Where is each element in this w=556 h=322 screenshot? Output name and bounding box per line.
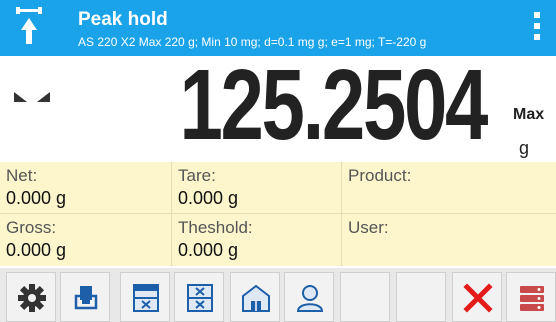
user-cell[interactable]: User: <box>342 214 556 266</box>
header-bar: Peak hold AS 220 X2 Max 220 g; Min 10 mg… <box>0 0 556 56</box>
weight-value: 125.2504 <box>179 49 488 161</box>
user-icon <box>296 285 324 312</box>
tare-value: 0.000 g <box>178 188 239 208</box>
printer-icon <box>74 286 98 310</box>
cancel-button[interactable] <box>452 272 502 322</box>
server-button[interactable] <box>506 272 556 322</box>
cancel-icon <box>463 283 493 313</box>
max-label: Max <box>513 106 545 123</box>
threshold-label: Theshold: <box>178 218 253 237</box>
database-icon <box>133 284 159 312</box>
weight-unit: g <box>519 138 530 158</box>
gross-label: Gross: <box>6 218 57 237</box>
net-cell: Net: 0.000 g <box>0 162 172 214</box>
info-panel: Net: 0.000 g Tare: 0.000 g Product: Gros… <box>0 162 556 266</box>
scale-info: AS 220 X2 Max 220 g; Min 10 mg; d=0.1 mg… <box>78 35 427 49</box>
database-button[interactable] <box>120 272 170 322</box>
threshold-cell: Theshold: 0.000 g <box>172 214 342 266</box>
peak-hold-icon[interactable] <box>14 6 44 46</box>
tare-cell: Tare: 0.000 g <box>172 162 342 214</box>
threshold-value: 0.000 g <box>178 240 239 260</box>
empty-button-2[interactable] <box>396 272 446 322</box>
warehouse-button[interactable] <box>230 272 280 322</box>
thresholds-button[interactable] <box>174 272 224 322</box>
product-label: Product: <box>348 166 412 185</box>
print-button[interactable] <box>60 272 110 322</box>
net-label: Net: <box>6 166 38 185</box>
mode-title: Peak hold <box>78 9 168 30</box>
product-cell[interactable]: Product: <box>342 162 556 214</box>
vertical-dots-icon[interactable] <box>532 12 542 46</box>
gross-cell: Gross: 0.000 g <box>0 214 172 266</box>
server-icon <box>520 286 544 311</box>
tare-label: Tare: <box>178 166 216 185</box>
net-value: 0.000 g <box>6 188 67 208</box>
gross-value: 0.000 g <box>6 240 67 260</box>
weight-display: 125.2504 Max g <box>0 50 556 160</box>
empty-button-1[interactable] <box>340 272 390 322</box>
bottom-toolbar <box>0 268 556 322</box>
stability-indicator-icon <box>14 92 50 102</box>
user-button[interactable] <box>284 272 334 322</box>
settings-button[interactable] <box>6 272 56 322</box>
user-label: User: <box>348 218 389 237</box>
settings-icon <box>18 284 46 312</box>
thresholds-icon <box>187 284 213 312</box>
warehouse-icon <box>242 284 270 312</box>
